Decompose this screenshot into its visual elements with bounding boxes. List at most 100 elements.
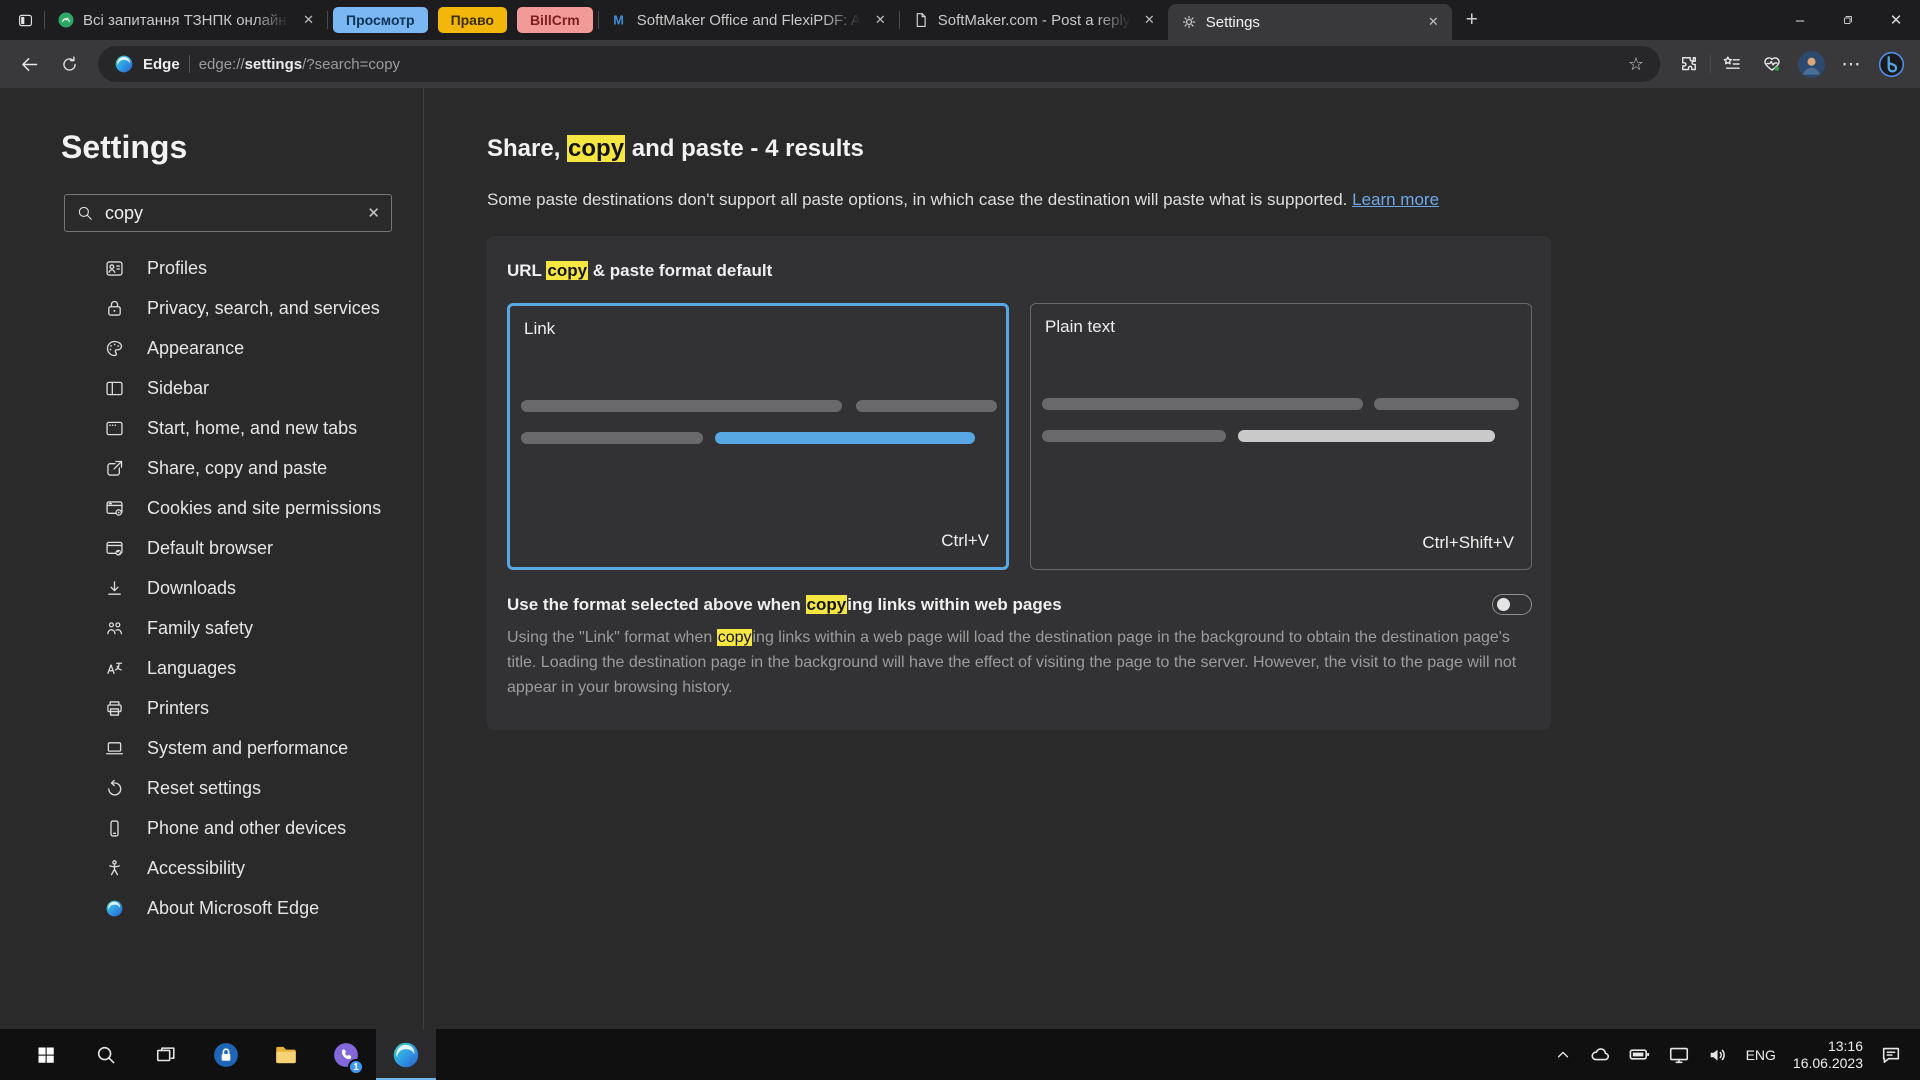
sidebar-item-label: Accessibility bbox=[147, 858, 245, 879]
back-button[interactable] bbox=[10, 45, 48, 83]
tab-tznpk[interactable]: Всі запитання ТЗНПК онлайн (те ✕ bbox=[45, 0, 327, 40]
toggle-label-text: Use the format selected above when bbox=[507, 595, 806, 614]
window-close-button[interactable]: ✕ bbox=[1872, 0, 1920, 40]
sidebar-item-sidebar[interactable]: Sidebar bbox=[0, 368, 423, 408]
window-restore-button[interactable] bbox=[1824, 0, 1872, 40]
tznpk-favicon bbox=[57, 11, 75, 29]
taskbar-search-icon[interactable] bbox=[76, 1029, 136, 1080]
settings-main-panel: Share, copy and paste - 4 results Some p… bbox=[424, 88, 1920, 1029]
card-title: Plain text bbox=[1045, 317, 1115, 337]
taskbar-clock[interactable]: 13:16 16.06.2023 bbox=[1793, 1038, 1863, 1072]
url-host: settings bbox=[245, 56, 303, 73]
toggle-label-highlight: copy bbox=[806, 595, 848, 614]
learn-more-link[interactable]: Learn more bbox=[1352, 190, 1439, 209]
settings-more-icon[interactable]: ⋯ bbox=[1832, 45, 1870, 83]
laptop-icon bbox=[104, 738, 125, 759]
copy-format-toggle-off[interactable] bbox=[1492, 594, 1532, 615]
sidebar-item-profiles[interactable]: Profiles bbox=[0, 248, 423, 288]
volume-icon[interactable] bbox=[1707, 1044, 1729, 1066]
start-button[interactable] bbox=[16, 1029, 76, 1080]
tab-group-prosmotr[interactable]: Просмотр bbox=[333, 7, 428, 33]
onedrive-cloud-icon[interactable] bbox=[1589, 1044, 1611, 1066]
sidebar-item-label: Downloads bbox=[147, 578, 236, 599]
format-card-link-selected[interactable]: Link Ctrl+V bbox=[507, 303, 1009, 570]
sidebar-item-privacy[interactable]: Privacy, search, and services bbox=[0, 288, 423, 328]
battery-icon[interactable] bbox=[1628, 1043, 1651, 1066]
sidebar-item-about-edge[interactable]: About Microsoft Edge bbox=[0, 888, 423, 928]
sidebar-item-label: Profiles bbox=[147, 258, 207, 279]
settings-sidebar: Settings copy ✕ Profiles Privacy, search… bbox=[0, 88, 424, 1029]
tab-softmaker-office[interactable]: M SoftMaker Office and FlexiPDF: A ✕ bbox=[599, 0, 899, 40]
task-view-icon[interactable] bbox=[136, 1029, 196, 1080]
tab-softmaker-forum[interactable]: SoftMaker.com - Post a reply ✕ bbox=[900, 0, 1168, 40]
edge-logo-icon bbox=[114, 54, 134, 74]
tab-group-billcrm[interactable]: BillCrm bbox=[517, 7, 593, 33]
sidebar-item-default-browser[interactable]: Default browser bbox=[0, 528, 423, 568]
palette-icon bbox=[104, 338, 125, 359]
language-indicator[interactable]: ENG bbox=[1746, 1047, 1776, 1063]
tab-title: Всі запитання ТЗНПК онлайн (те bbox=[83, 12, 290, 29]
new-tab-button[interactable]: + bbox=[1452, 0, 1492, 40]
search-icon bbox=[76, 204, 94, 222]
svg-text:M: M bbox=[613, 13, 624, 28]
sidebar-item-printers[interactable]: Printers bbox=[0, 688, 423, 728]
taskbar-edge-icon[interactable] bbox=[376, 1029, 436, 1080]
sidebar-item-system-performance[interactable]: System and performance bbox=[0, 728, 423, 768]
sidebar-item-cookies-permissions[interactable]: Cookies and site permissions bbox=[0, 488, 423, 528]
sidebar-item-downloads[interactable]: Downloads bbox=[0, 568, 423, 608]
tab-group-pravo[interactable]: Право bbox=[438, 7, 507, 33]
tab-actions-menu-button[interactable] bbox=[6, 0, 44, 40]
messenger-app-icon[interactable]: 1 bbox=[316, 1029, 376, 1080]
tab-title: SoftMaker Office and FlexiPDF: A bbox=[637, 12, 862, 29]
profile-avatar[interactable] bbox=[1798, 51, 1825, 78]
tab-close-icon[interactable]: ✕ bbox=[1139, 10, 1160, 30]
document-favicon bbox=[912, 11, 930, 29]
sidebar-item-label: Phone and other devices bbox=[147, 818, 346, 839]
file-explorer-icon[interactable] bbox=[256, 1029, 316, 1080]
address-divider bbox=[189, 55, 190, 73]
copy-format-toggle-row: Use the format selected above when copyi… bbox=[507, 594, 1532, 615]
window-minimize-button[interactable]: – bbox=[1776, 0, 1824, 40]
show-hidden-icons-chevron[interactable] bbox=[1554, 1046, 1572, 1064]
tab-settings-active[interactable]: Settings ✕ bbox=[1168, 4, 1452, 40]
notification-badge: 1 bbox=[348, 1059, 364, 1075]
browser-essentials-icon[interactable] bbox=[1753, 45, 1791, 83]
sidebar-item-reset-settings[interactable]: Reset settings bbox=[0, 768, 423, 808]
sidebar-item-phone-devices[interactable]: Phone and other devices bbox=[0, 808, 423, 848]
format-cards: Link Ctrl+V Plain text Ctrl+Shift+V bbox=[507, 303, 1532, 570]
lock-icon bbox=[104, 298, 125, 319]
tab-close-icon[interactable]: ✕ bbox=[298, 10, 319, 30]
sidebar-item-label: About Microsoft Edge bbox=[147, 898, 319, 919]
url-prefix: edge:// bbox=[199, 56, 245, 73]
settings-nav: Profiles Privacy, search, and services A… bbox=[0, 248, 423, 928]
tab-close-icon[interactable]: ✕ bbox=[870, 10, 891, 30]
description-text: Using the "Link" format when bbox=[507, 629, 717, 646]
sidebar-item-family-safety[interactable]: Family safety bbox=[0, 608, 423, 648]
sidebar-item-label: Cookies and site permissions bbox=[147, 498, 381, 519]
sidebar-item-languages[interactable]: Languages bbox=[0, 648, 423, 688]
format-card-plain-text[interactable]: Plain text Ctrl+Shift+V bbox=[1030, 303, 1532, 570]
address-bar[interactable]: Edge edge://settings/?search=copy ☆ bbox=[98, 46, 1660, 82]
section-title-text: URL bbox=[507, 261, 546, 280]
sidebar-item-share-copy-paste[interactable]: Share, copy and paste bbox=[0, 448, 423, 488]
sidebar-item-start-home-tabs[interactable]: Start, home, and new tabs bbox=[0, 408, 423, 448]
windows-taskbar: 1 ENG 13:16 16.06.2023 bbox=[0, 1029, 1920, 1080]
sidebar-item-accessibility[interactable]: Accessibility bbox=[0, 848, 423, 888]
clear-search-icon[interactable]: ✕ bbox=[367, 204, 380, 222]
new-tab-page-icon bbox=[104, 418, 125, 439]
skeleton-bar bbox=[521, 432, 703, 444]
taskbar-lock-app-icon[interactable] bbox=[196, 1029, 256, 1080]
favorites-icon[interactable] bbox=[1713, 45, 1751, 83]
copilot-bing-icon[interactable] bbox=[1872, 45, 1910, 83]
toggle-label: Use the format selected above when copyi… bbox=[507, 595, 1062, 615]
gear-icon bbox=[1180, 13, 1198, 31]
tab-close-icon[interactable]: ✕ bbox=[1423, 12, 1444, 32]
refresh-button[interactable] bbox=[50, 45, 88, 83]
tab-title: SoftMaker.com - Post a reply bbox=[938, 12, 1131, 29]
favorite-star-icon[interactable]: ☆ bbox=[1628, 54, 1644, 75]
settings-search-input[interactable]: copy ✕ bbox=[64, 194, 392, 232]
action-center-icon[interactable] bbox=[1880, 1044, 1902, 1066]
display-icon[interactable] bbox=[1668, 1044, 1690, 1066]
extensions-icon[interactable] bbox=[1670, 45, 1708, 83]
sidebar-item-appearance[interactable]: Appearance bbox=[0, 328, 423, 368]
